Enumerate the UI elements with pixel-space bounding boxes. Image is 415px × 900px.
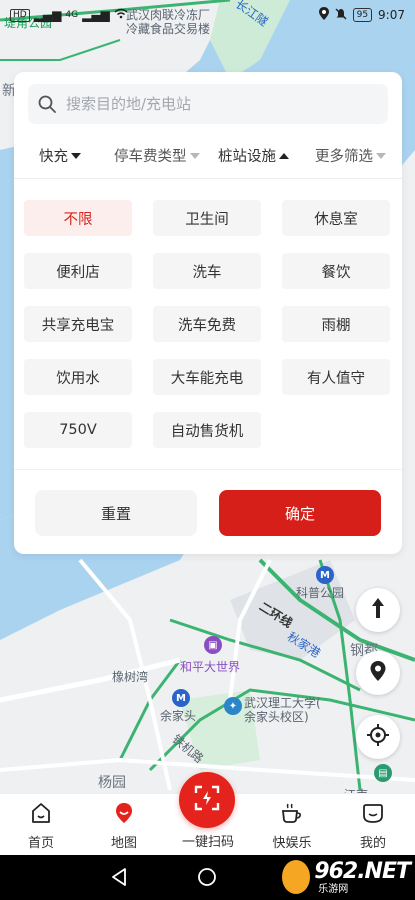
- signal-icon: ▂▄▆: [33, 8, 62, 22]
- option-dining[interactable]: 餐饮: [282, 253, 390, 289]
- scan-icon: [194, 785, 220, 815]
- watermark: 962.NET 乐游网: [282, 856, 411, 898]
- option-drinking-water[interactable]: 饮用水: [24, 359, 132, 395]
- option-vending-machine[interactable]: 自动售货机: [153, 412, 261, 448]
- map-label-wut-2: 余家头校区): [244, 710, 309, 724]
- nav-home-label: 首页: [27, 836, 54, 851]
- mute-icon: [335, 8, 347, 23]
- map-label-yujiatou: 余家头: [160, 709, 197, 723]
- network-type: 4G: [65, 10, 79, 20]
- filter-panel: 快充 停车费类型 桩站设施 更多筛选 不限 卫生间 休息室 便利店 洗车 餐饮 …: [14, 72, 402, 554]
- metro-icon: M: [316, 566, 334, 584]
- option-car-wash[interactable]: 洗车: [153, 253, 261, 289]
- chevron-up-icon: [279, 152, 289, 159]
- hd-icon: HD: [10, 8, 30, 22]
- map-label-xiangshu-bay: 橡树湾: [112, 670, 149, 684]
- search-input[interactable]: [66, 95, 366, 113]
- status-left: HD ▂▄▆ 4G ▂▄▆: [10, 8, 128, 22]
- map-label-science-park: 科普公园: [296, 586, 345, 600]
- home-icon: [30, 802, 52, 828]
- chevron-down-icon: [189, 152, 200, 159]
- option-lounge[interactable]: 休息室: [282, 200, 390, 236]
- search-icon: [38, 95, 56, 113]
- tab-fast-charge-label: 快充: [39, 149, 68, 165]
- option-free-car-wash[interactable]: 洗车免费: [153, 306, 261, 342]
- option-unlimited[interactable]: 不限: [24, 200, 132, 236]
- option-canopy[interactable]: 雨棚: [282, 306, 390, 342]
- tab-fast-charge[interactable]: 快充: [39, 145, 81, 166]
- battery-icon: 95: [352, 8, 373, 22]
- watermark-logo-icon: [282, 860, 311, 894]
- option-power-bank[interactable]: 共享充电宝: [24, 306, 132, 342]
- tab-more-filters[interactable]: 更多筛选: [315, 145, 386, 166]
- scan-label: 一键扫码: [181, 835, 234, 850]
- search-bar[interactable]: [28, 84, 388, 124]
- map-label-yangyuan: 杨园: [98, 775, 126, 791]
- option-attended[interactable]: 有人值守: [282, 359, 390, 395]
- pin-icon: [369, 660, 387, 686]
- nav-map-label: 地图: [110, 836, 137, 851]
- divider: [14, 469, 402, 470]
- chevron-down-icon: [376, 152, 386, 159]
- tab-parking-fee[interactable]: 停车费类型: [114, 145, 200, 166]
- option-convenience-store[interactable]: 便利店: [24, 253, 132, 289]
- watermark-sub: 乐游网: [318, 883, 349, 895]
- status-right: 95 9:07: [318, 7, 405, 23]
- confirm-button[interactable]: 确定: [219, 490, 381, 536]
- map-label-peace-world: 和平大世界: [180, 660, 241, 674]
- building-icon: ▤: [374, 764, 392, 782]
- locate-icon: [366, 723, 390, 751]
- map-pin-icon: [113, 802, 135, 828]
- north-arrow-icon: [370, 597, 386, 623]
- watermark-number: 962.NET: [314, 858, 411, 884]
- reset-button[interactable]: 重置: [35, 490, 197, 536]
- nav-entertainment-label: 快娱乐: [272, 836, 312, 851]
- signal-icon-2: ▂▄▆: [82, 8, 110, 22]
- home-circle-icon[interactable]: [197, 867, 217, 891]
- compass-button[interactable]: [356, 588, 400, 632]
- location-icon: [318, 7, 329, 23]
- my-location-button[interactable]: [356, 715, 400, 759]
- tab-parking-fee-label: 停车费类型: [114, 149, 187, 165]
- coffee-icon: [280, 802, 304, 828]
- tab-station-facilities-label: 桩站设施: [218, 149, 276, 165]
- wifi-icon: [114, 8, 128, 22]
- option-restroom[interactable]: 卫生间: [153, 200, 261, 236]
- nav-profile-label: 我的: [359, 836, 386, 851]
- scan-button[interactable]: [179, 772, 235, 828]
- profile-icon: [362, 802, 384, 828]
- option-large-vehicle[interactable]: 大车能充电: [153, 359, 261, 395]
- chevron-down-icon: [71, 152, 81, 159]
- status-bar: HD ▂▄▆ 4G ▂▄▆ 95 9:07: [0, 0, 415, 30]
- nav-entertainment[interactable]: 快娱乐: [257, 794, 327, 856]
- tab-more-filters-label: 更多筛选: [315, 149, 373, 165]
- filter-tabs: 快充 停车费类型 桩站设施 更多筛选: [14, 136, 402, 174]
- option-750v[interactable]: 750V: [24, 412, 132, 448]
- mall-icon: ▣: [204, 636, 222, 654]
- divider: [14, 178, 402, 179]
- metro-icon-2: M: [172, 689, 190, 707]
- school-icon: ✦: [224, 697, 242, 715]
- clock: 9:07: [378, 8, 405, 22]
- nav-profile[interactable]: 我的: [338, 794, 408, 856]
- nav-map[interactable]: 地图: [89, 794, 159, 856]
- nav-home[interactable]: 首页: [6, 794, 76, 856]
- tab-station-facilities[interactable]: 桩站设施: [218, 145, 289, 166]
- nearby-location-button[interactable]: [356, 651, 400, 695]
- back-icon[interactable]: [110, 867, 128, 891]
